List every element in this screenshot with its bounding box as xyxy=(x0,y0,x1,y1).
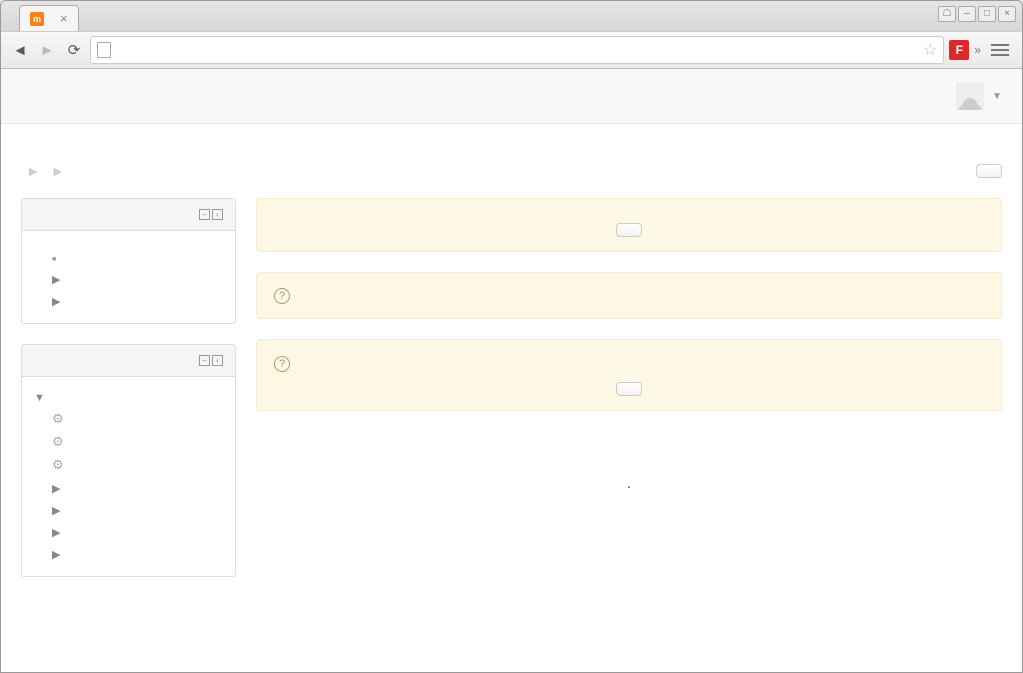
browser-menu-icon[interactable] xyxy=(991,44,1009,56)
gear-icon: ⚙ xyxy=(52,411,68,427)
expand-icon[interactable]: ▶ xyxy=(52,273,64,286)
reload-icon[interactable]: ⟳ xyxy=(63,39,85,61)
chevron-right-icon: ▶ xyxy=(53,165,61,178)
extensions-overflow-icon[interactable]: » xyxy=(974,43,981,57)
administration-block: – ‹ ▼ ⚙ ⚙ ⚙ xyxy=(21,344,236,577)
window-minimize-icon[interactable]: – xyxy=(958,6,976,22)
avatar[interactable] xyxy=(956,82,984,110)
expand-icon[interactable]: ▶ xyxy=(52,482,64,495)
site-navbar: ▼ xyxy=(1,69,1022,124)
chevron-right-icon: ▶ xyxy=(29,165,37,178)
help-icon[interactable]: ? xyxy=(274,288,290,304)
bullet-icon: ■ xyxy=(52,256,64,263)
gear-icon: ⚙ xyxy=(52,434,68,450)
page-icon xyxy=(97,42,111,58)
bookmark-star-icon[interactable]: ☆ xyxy=(923,40,937,60)
address-bar[interactable]: ☆ xyxy=(90,36,944,64)
expand-icon[interactable]: ▶ xyxy=(52,548,64,561)
back-icon[interactable]: ◄ xyxy=(9,39,31,61)
collapse-icon[interactable]: ▼ xyxy=(34,392,46,404)
expand-icon[interactable]: ▶ xyxy=(52,526,64,539)
block-dock-icon[interactable]: ‹ xyxy=(212,209,223,220)
navigation-block: – ‹ ■ ▶ ▶ xyxy=(21,198,236,324)
user-menu-caret-icon[interactable]: ▼ xyxy=(992,91,1002,102)
block-hide-icon[interactable]: – xyxy=(199,209,210,220)
block-dock-icon[interactable]: ‹ xyxy=(212,355,223,366)
url-bar: ◄ ► ⟳ ☆ F » xyxy=(1,31,1022,69)
breadcrumb: ▶ ▶ xyxy=(21,165,70,178)
expand-icon[interactable]: ▶ xyxy=(52,295,64,308)
tab-strip: m × xyxy=(1,1,1022,31)
expand-icon[interactable]: ▶ xyxy=(52,504,64,517)
check-updates-alert xyxy=(256,198,1002,252)
window-close-icon[interactable]: × xyxy=(998,6,1016,22)
blocks-editing-button[interactable] xyxy=(976,164,1002,178)
help-icon[interactable]: ? xyxy=(274,356,290,372)
tab-favicon: m xyxy=(30,12,44,26)
browser-tab[interactable]: m × xyxy=(19,5,79,31)
forward-icon[interactable]: ► xyxy=(36,39,58,61)
flipboard-extension-icon[interactable]: F xyxy=(949,40,969,60)
window-maximize-icon[interactable]: □ xyxy=(978,6,996,22)
window-user-icon[interactable]: ☖ xyxy=(938,6,956,22)
block-hide-icon[interactable]: – xyxy=(199,355,210,366)
gear-icon: ⚙ xyxy=(52,457,68,473)
page-footer: . xyxy=(256,431,1002,494)
close-icon[interactable]: × xyxy=(60,11,68,26)
register-site-button[interactable] xyxy=(616,382,642,396)
cron-warning-alert: ? xyxy=(256,272,1002,319)
check-updates-button[interactable] xyxy=(616,223,642,237)
register-alert: ? xyxy=(256,339,1002,410)
